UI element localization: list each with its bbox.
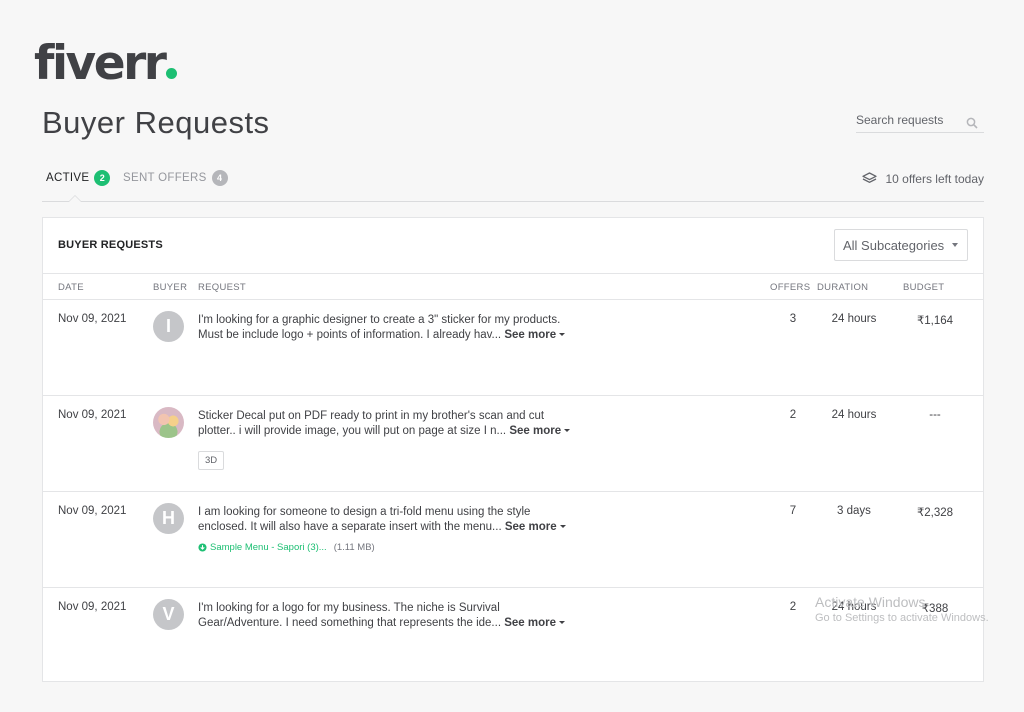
offers-left-text: 10 offers left today <box>885 172 984 186</box>
column-date: DATE <box>58 282 84 293</box>
request-text-line: I'm looking for a logo for my business. … <box>198 602 500 614</box>
budget: ₹388 <box>921 603 949 615</box>
request-text: plotter.. i will provide image, you will… <box>198 425 507 437</box>
tab-sent-offers-label: SENT OFFERS <box>123 172 207 184</box>
duration: 24 hours <box>831 601 877 613</box>
subcategory-select-value: All Subcategories <box>843 238 945 253</box>
buyer-avatar[interactable]: H <box>153 503 184 534</box>
buyer-avatar[interactable]: I <box>153 311 184 342</box>
duration: 24 hours <box>831 313 877 325</box>
layers-icon <box>862 172 878 183</box>
table-row: Nov 09, 2021 H I am looking for someone … <box>43 492 983 588</box>
budget: ₹2,328 <box>916 507 954 519</box>
see-more-link[interactable]: See more <box>505 521 566 533</box>
panel-title: BUYER REQUESTS <box>58 239 163 251</box>
search-input[interactable] <box>856 113 960 127</box>
request-description: I'm looking for a logo for my business. … <box>198 601 578 631</box>
request-text: enclosed. It will also have a separate i… <box>198 521 502 533</box>
fiverr-logo[interactable]: fiverr <box>34 40 178 87</box>
buyer-avatar-photo[interactable] <box>153 407 184 438</box>
tab-sent-offers[interactable]: SENT OFFERS 4 <box>123 170 228 186</box>
offers-count: 2 <box>789 409 797 421</box>
offers-count: 7 <box>789 505 797 517</box>
request-text-line: I'm looking for a graphic designer to cr… <box>198 314 561 326</box>
request-text: Must be include logo + points of informa… <box>198 329 502 341</box>
see-more-link[interactable]: See more <box>504 617 565 629</box>
subcategory-select[interactable]: All Subcategories <box>834 229 968 261</box>
offers-count: 2 <box>789 601 797 613</box>
tab-active[interactable]: ACTIVE 2 <box>46 170 111 186</box>
request-date: Nov 09, 2021 <box>58 505 127 517</box>
attachment-name: Sample Menu - Sapori (3)... <box>210 542 327 553</box>
table-row: Nov 09, 2021 Sticker Decal put on PDF re… <box>43 396 983 492</box>
tab-sent-offers-count: 4 <box>211 170 228 186</box>
download-icon <box>198 543 207 552</box>
budget: --- <box>929 409 941 421</box>
request-text-line: Gear/Adventure. I need something that re… <box>198 616 578 631</box>
active-tab-indicator <box>68 195 82 202</box>
page-title: Buyer Requests <box>42 105 270 140</box>
request-date: Nov 09, 2021 <box>58 601 127 613</box>
attachment-size: (1.11 MB) <box>333 542 375 553</box>
panel-header: BUYER REQUESTS All Subcategories <box>43 218 983 274</box>
request-text: Gear/Adventure. I need something that re… <box>198 617 502 629</box>
request-date: Nov 09, 2021 <box>58 409 127 421</box>
budget: ₹1,164 <box>916 315 954 327</box>
request-text-line: Must be include logo + points of informa… <box>198 328 578 343</box>
request-description: I am looking for someone to design a tri… <box>198 505 578 535</box>
table-row: Nov 09, 2021 V I'm looking for a logo fo… <box>43 588 983 684</box>
column-budget: BUDGET <box>903 282 945 293</box>
duration: 24 hours <box>831 409 877 421</box>
see-more-link[interactable]: See more <box>509 425 570 437</box>
column-buyer: BUYER <box>153 282 188 293</box>
column-request: REQUEST <box>198 282 247 293</box>
request-text-line: enclosed. It will also have a separate i… <box>198 520 578 535</box>
request-date: Nov 09, 2021 <box>58 313 127 325</box>
see-more-link[interactable]: See more <box>504 329 565 341</box>
request-text-line: Sticker Decal put on PDF ready to print … <box>198 410 545 422</box>
request-tag: 3D <box>198 451 225 470</box>
request-description: Sticker Decal put on PDF ready to print … <box>198 409 578 439</box>
search-icon[interactable] <box>966 117 978 129</box>
column-duration: DURATION <box>817 282 869 293</box>
attachment-link[interactable]: Sample Menu - Sapori (3)... (1.11 MB) <box>198 542 375 553</box>
tab-active-count: 2 <box>94 170 111 186</box>
buyer-requests-panel: BUYER REQUESTS All Subcategories DATE BU… <box>42 217 984 682</box>
table-header: DATE BUYER REQUEST OFFERS DURATION BUDGE… <box>43 274 983 300</box>
request-tabs: ACTIVE 2 SENT OFFERS 4 <box>42 166 984 202</box>
logo-text: fiverr <box>34 36 167 91</box>
offers-left-indicator: 10 offers left today <box>862 172 984 186</box>
request-text-line: plotter.. i will provide image, you will… <box>198 424 578 439</box>
column-offers: OFFERS <box>770 282 811 293</box>
table-row: Nov 09, 2021 I I'm looking for a graphic… <box>43 300 983 396</box>
search-box <box>856 111 984 133</box>
logo-dot <box>166 68 178 79</box>
request-text-line: I am looking for someone to design a tri… <box>198 506 531 518</box>
buyer-avatar[interactable]: V <box>153 599 184 630</box>
request-description: I'm looking for a graphic designer to cr… <box>198 313 578 343</box>
tab-active-label: ACTIVE <box>46 172 90 184</box>
offers-count: 3 <box>789 313 797 325</box>
duration: 3 days <box>837 505 871 517</box>
chevron-down-icon <box>952 243 958 247</box>
